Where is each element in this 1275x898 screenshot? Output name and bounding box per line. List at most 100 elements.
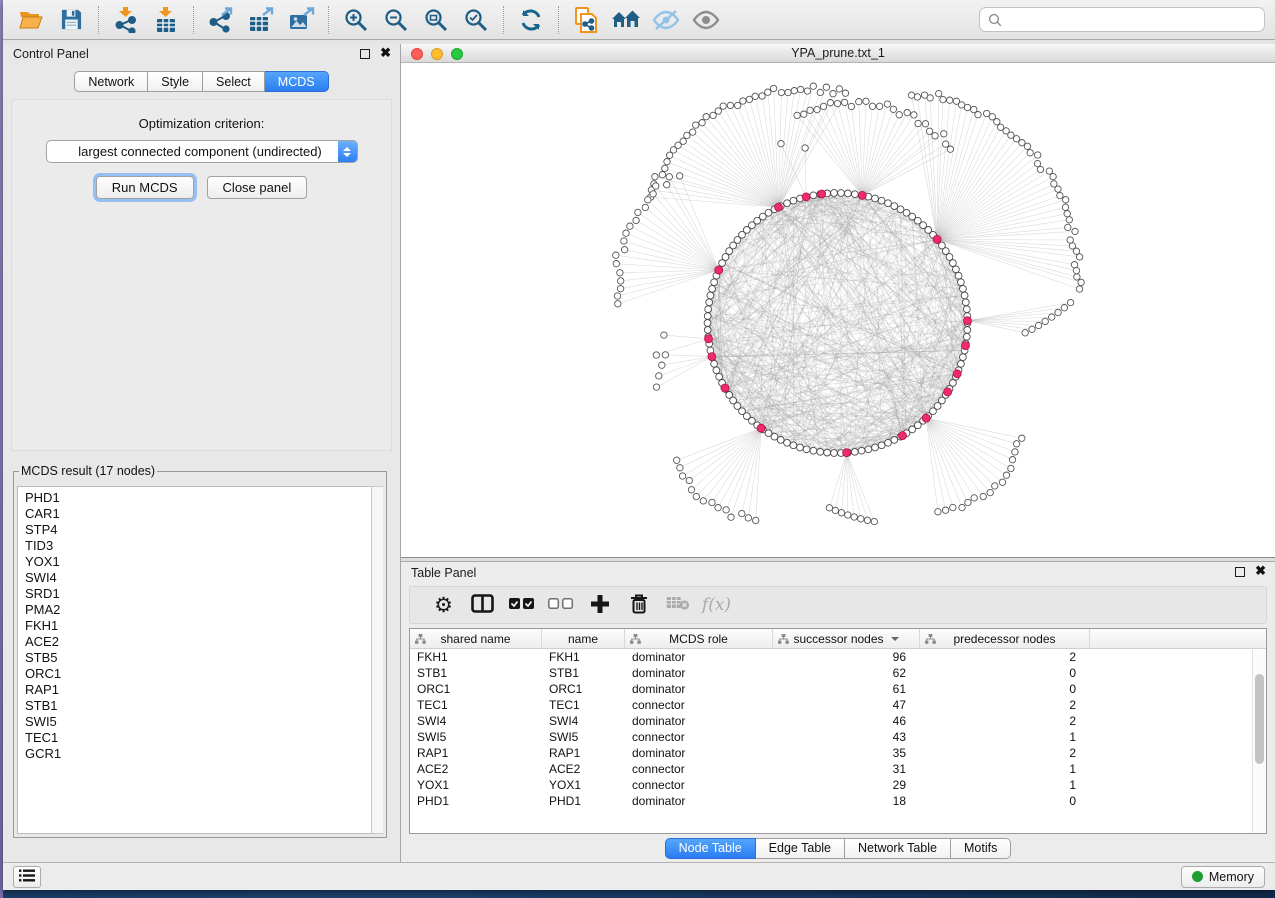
close-table-panel-button[interactable]: ✖ [1255,563,1266,579]
float-panel-button[interactable] [360,49,370,59]
result-node-tid3[interactable]: TID3 [25,538,382,554]
list-icon [19,869,35,885]
table-row-rap1[interactable]: RAP1RAP1dominator352 [410,745,1266,761]
duplicate-network-button[interactable] [566,4,606,36]
result-list-scrollbar[interactable] [371,486,383,834]
table-row-fkh1[interactable]: FKH1FKH1dominator962 [410,649,1266,665]
split-columns-icon [471,594,494,616]
table-row-stb1[interactable]: STB1STB1dominator620 [410,665,1266,681]
column-header-successor-nodes[interactable]: successor nodes [773,629,920,648]
table-row-swi5[interactable]: SWI5SWI5connector431 [410,729,1266,745]
export-table-icon [248,7,274,33]
column-header-mcds-role[interactable]: MCDS role [625,629,773,648]
close-panel-button[interactable]: ✖ [380,45,391,61]
close-mcds-panel-button[interactable]: Close panel [207,176,308,199]
result-node-stp4[interactable]: STP4 [25,522,382,538]
column-header-predecessor-nodes[interactable]: predecessor nodes [920,629,1090,648]
import-network-button[interactable] [106,4,146,36]
deselect-all-button[interactable] [541,590,580,620]
column-header-name[interactable]: name [542,629,625,648]
table-row-ace2[interactable]: ACE2ACE2connector311 [410,761,1266,777]
table-scrollbar-track[interactable] [1252,650,1266,833]
right-column: YPA_prune.txt_1 Table Panel ✖ ⚙ [401,44,1275,862]
float-table-panel-button[interactable] [1235,567,1245,577]
import-table-icon [154,7,178,33]
add-column-button[interactable] [580,590,619,620]
delete-column-button[interactable] [619,590,658,620]
select-all-button[interactable] [502,590,541,620]
open-file-button[interactable] [11,4,51,36]
first-neighbors-button[interactable] [606,4,646,36]
function-builder-button[interactable]: f(x) [697,590,736,620]
zoom-selected-button[interactable] [456,4,496,36]
refresh-view-button[interactable] [511,4,551,36]
table-tab-edge-table[interactable]: Edge Table [756,838,845,859]
run-mcds-button[interactable]: Run MCDS [96,176,194,199]
table-settings-button[interactable]: ⚙ [424,590,463,620]
result-node-swi5[interactable]: SWI5 [25,714,382,730]
save-session-button[interactable] [51,4,91,36]
tab-select[interactable]: Select [203,71,265,92]
table-row-swi4[interactable]: SWI4SWI4dominator462 [410,713,1266,729]
table-scrollbar-thumb[interactable] [1255,674,1264,764]
table-row-tec1[interactable]: TEC1TEC1connector472 [410,697,1266,713]
cell-mcds-role: dominator [625,714,773,728]
optimization-criterion-select[interactable]: largest connected component (undirected) [46,140,358,163]
export-table-button[interactable] [241,4,281,36]
network-canvas[interactable] [401,63,1275,557]
result-node-tec1[interactable]: TEC1 [25,730,382,746]
export-image-button[interactable] [281,4,321,36]
split-columns-button[interactable] [463,590,502,620]
node-table: shared namenameMCDS rolesuccessor nodesp… [409,628,1267,834]
mcds-result-list[interactable]: PHD1CAR1STP4TID3YOX1SWI4SRD1PMA2FKH1ACE2… [17,486,383,834]
toolbar-separator [503,6,504,34]
cell-name: STB1 [542,666,625,680]
delete-table-button[interactable] [658,590,697,620]
table-panel-title: Table Panel [411,566,476,580]
result-node-gcr1[interactable]: GCR1 [25,746,382,762]
tab-style[interactable]: Style [148,71,203,92]
zoom-in-button[interactable] [336,4,376,36]
result-node-orc1[interactable]: ORC1 [25,666,382,682]
task-history-button[interactable] [13,866,41,888]
search-input[interactable] [1008,12,1256,27]
show-all-button[interactable] [686,4,726,36]
memory-label: Memory [1209,870,1254,884]
tab-mcds[interactable]: MCDS [265,71,329,92]
result-node-stb1[interactable]: STB1 [25,698,382,714]
eye-icon [692,10,720,30]
cell-name: ORC1 [542,682,625,696]
result-node-car1[interactable]: CAR1 [25,506,382,522]
export-image-icon [288,7,315,33]
result-node-ace2[interactable]: ACE2 [25,634,382,650]
import-table-button[interactable] [146,4,186,36]
column-header-shared-name[interactable]: shared name [410,629,542,648]
table-tab-node-table[interactable]: Node Table [665,838,756,859]
hide-selected-button[interactable] [646,4,686,36]
table-row-yox1[interactable]: YOX1YOX1connector291 [410,777,1266,793]
result-node-phd1[interactable]: PHD1 [25,490,382,506]
result-node-swi4[interactable]: SWI4 [25,570,382,586]
export-network-button[interactable] [201,4,241,36]
cell-shared-name: ACE2 [410,762,542,776]
table-tab-motifs[interactable]: Motifs [951,838,1011,859]
table-row-phd1[interactable]: PHD1PHD1dominator180 [410,793,1266,809]
table-row-orc1[interactable]: ORC1ORC1dominator610 [410,681,1266,697]
zoom-fit-button[interactable] [416,4,456,36]
unchecked-boxes-icon [548,598,574,613]
cell-shared-name: SWI4 [410,714,542,728]
cell-name: YOX1 [542,778,625,792]
result-node-fkh1[interactable]: FKH1 [25,618,382,634]
cell-mcds-role: dominator [625,666,773,680]
table-tab-network-table[interactable]: Network Table [845,838,951,859]
result-node-rap1[interactable]: RAP1 [25,682,382,698]
memory-button[interactable]: Memory [1181,866,1265,888]
zoom-out-button[interactable] [376,4,416,36]
result-node-stb5[interactable]: STB5 [25,650,382,666]
result-node-srd1[interactable]: SRD1 [25,586,382,602]
select-stepper-icon [338,141,357,162]
result-node-yox1[interactable]: YOX1 [25,554,382,570]
tab-network[interactable]: Network [74,71,148,92]
result-node-pma2[interactable]: PMA2 [25,602,382,618]
cell-shared-name: YOX1 [410,778,542,792]
